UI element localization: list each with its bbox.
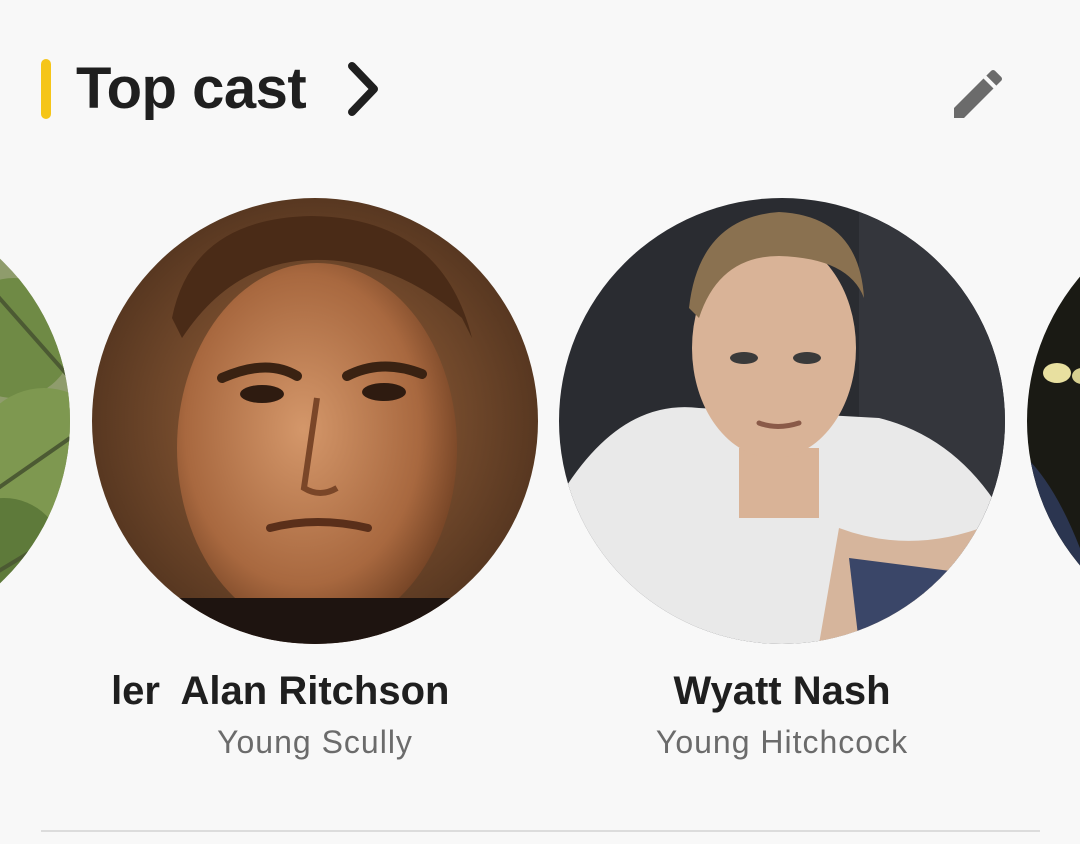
chevron-right-icon[interactable] [340, 58, 390, 120]
top-cast-section: Top cast ler Alan Ritchson Young Scully … [0, 0, 1080, 844]
section-header: Top cast [0, 50, 1080, 130]
actor-name[interactable]: Alan Ritchson [52, 666, 578, 716]
section-divider [41, 830, 1040, 832]
actor-photo [559, 198, 1005, 644]
actor-photo [0, 198, 70, 644]
character-name: Young Hitchcock [655, 724, 909, 760]
cast-card[interactable]: Wyatt Nash Young Hitchcock [559, 196, 1005, 776]
cast-card[interactable]: Alan Ritchson Young Scully [92, 196, 538, 776]
cast-carousel[interactable]: ler Alan Ritchson Young Scully Wyatt Nas… [0, 196, 1080, 776]
actor-name[interactable]: Wyatt Nash [519, 666, 1045, 716]
character-name: Young Scully [217, 724, 413, 760]
pencil-icon[interactable] [946, 62, 1010, 126]
actor-photo [92, 198, 538, 644]
section-title[interactable]: Top cast [76, 52, 307, 126]
accent-bar [41, 59, 51, 119]
cast-card[interactable] [1027, 196, 1080, 776]
actor-photo [1027, 198, 1080, 644]
